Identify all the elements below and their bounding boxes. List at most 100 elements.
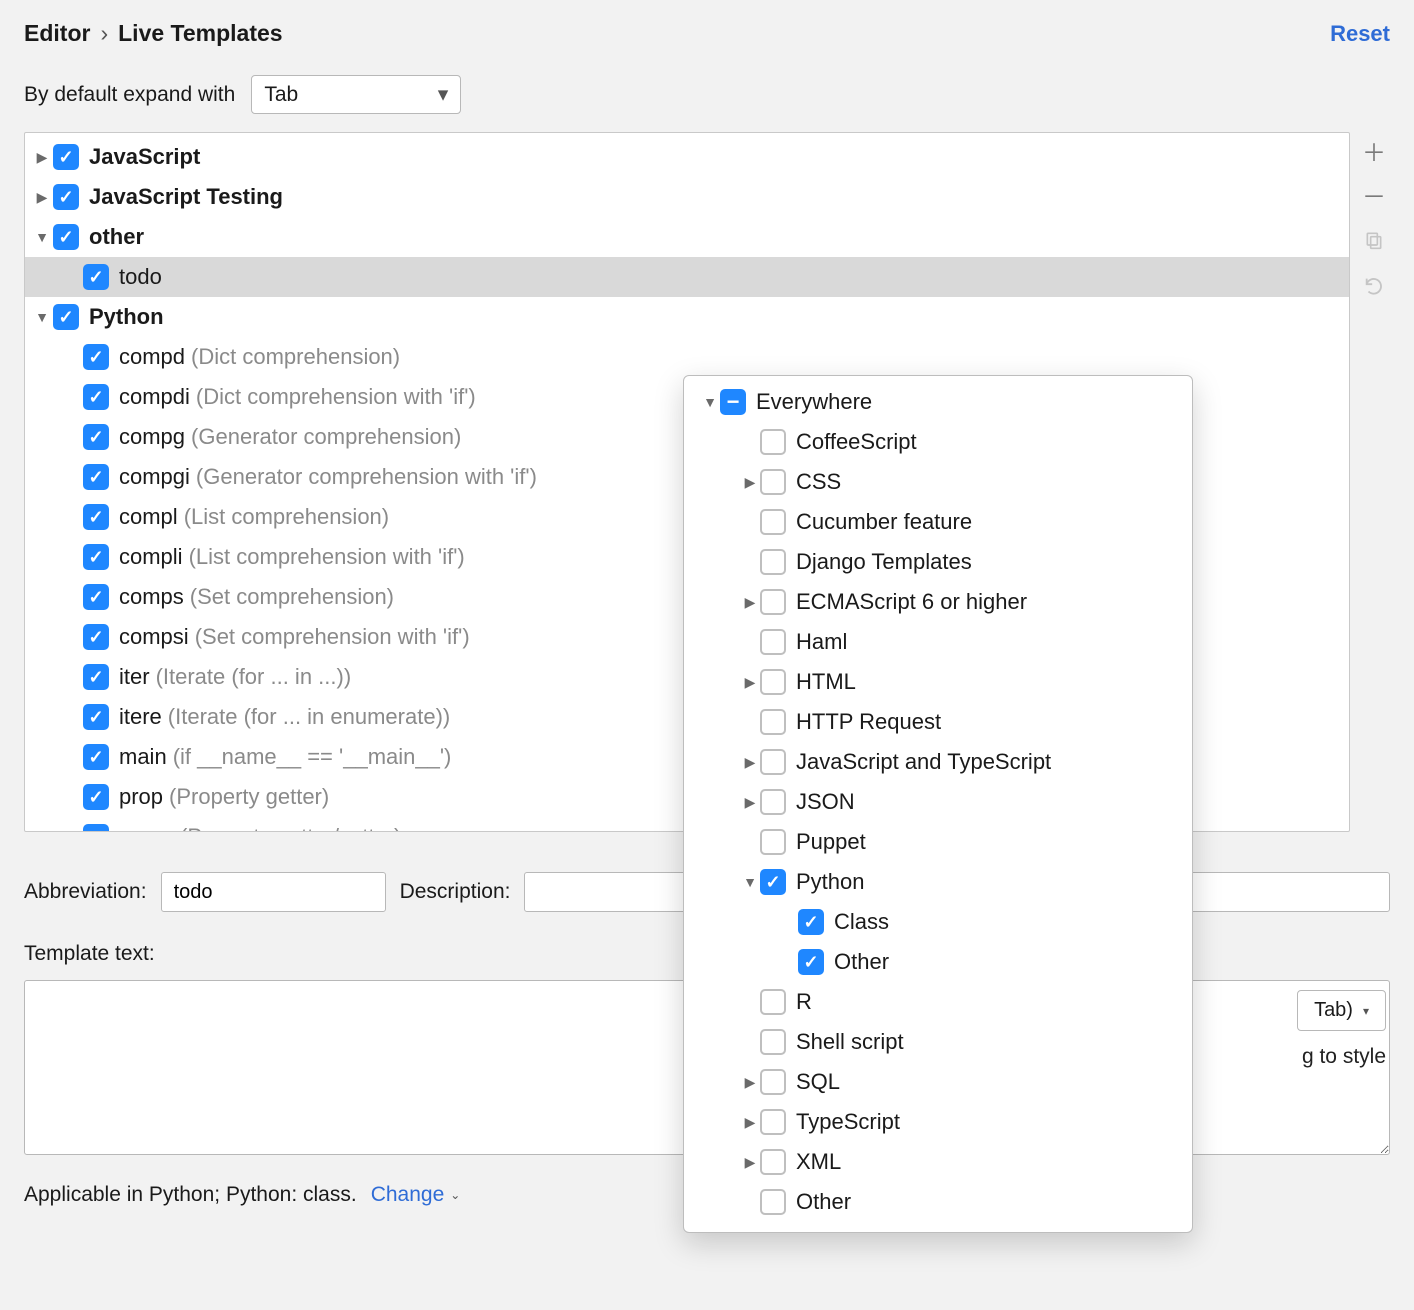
context-other[interactable]: ▶ Other bbox=[684, 1182, 1192, 1222]
context-cucumber[interactable]: ▶ Cucumber feature bbox=[684, 502, 1192, 542]
undo-icon bbox=[1363, 275, 1385, 297]
group-javascript[interactable]: ▶ JavaScript bbox=[25, 137, 1349, 177]
checkbox-typescript[interactable] bbox=[760, 1109, 786, 1135]
group-label: Python bbox=[89, 304, 164, 330]
checkbox-http[interactable] bbox=[760, 709, 786, 735]
checkbox-context-other[interactable] bbox=[760, 1189, 786, 1215]
checkbox-python-class[interactable] bbox=[798, 909, 824, 935]
group-other[interactable]: ▼ other bbox=[25, 217, 1349, 257]
checkbox-sql[interactable] bbox=[760, 1069, 786, 1095]
chevron-down-icon[interactable]: ▼ bbox=[31, 229, 53, 245]
template-desc: (Set comprehension with 'if') bbox=[195, 624, 470, 650]
duplicate-button[interactable] bbox=[1364, 230, 1384, 255]
checkbox-css[interactable] bbox=[760, 469, 786, 495]
template-abbr: compgi bbox=[119, 464, 190, 490]
context-popup[interactable]: ▼ Everywhere ▶ CoffeeScript ▶ CSS ▶ Cucu… bbox=[683, 375, 1193, 1233]
checkbox-es6[interactable] bbox=[760, 589, 786, 615]
checkbox-itere[interactable] bbox=[83, 704, 109, 730]
breadcrumb-editor[interactable]: Editor bbox=[24, 20, 90, 47]
chevron-right-icon[interactable]: ▶ bbox=[31, 149, 53, 166]
context-shell[interactable]: ▶ Shell script bbox=[684, 1022, 1192, 1062]
checkbox-coffeescript[interactable] bbox=[760, 429, 786, 455]
chevron-right-icon[interactable]: ▶ bbox=[740, 754, 760, 771]
checkbox-compsi[interactable] bbox=[83, 624, 109, 650]
checkbox-props[interactable] bbox=[83, 824, 109, 832]
chevron-down-icon[interactable]: ▼ bbox=[700, 394, 720, 410]
checkbox-everywhere[interactable] bbox=[720, 389, 746, 415]
chevron-right-icon[interactable]: ▶ bbox=[740, 794, 760, 811]
change-context-link[interactable]: Change ⌄ bbox=[371, 1183, 461, 1207]
checkbox-cucumber[interactable] bbox=[760, 509, 786, 535]
chevron-right-icon[interactable]: ▶ bbox=[31, 189, 53, 206]
context-js-ts[interactable]: ▶ JavaScript and TypeScript bbox=[684, 742, 1192, 782]
checkbox-compli[interactable] bbox=[83, 544, 109, 570]
checkbox-prop[interactable] bbox=[83, 784, 109, 810]
group-python[interactable]: ▼ Python bbox=[25, 297, 1349, 337]
template-compd[interactable]: ▶compd(Dict comprehension) bbox=[25, 337, 1349, 377]
context-es6[interactable]: ▶ ECMAScript 6 or higher bbox=[684, 582, 1192, 622]
chevron-right-icon[interactable]: ▶ bbox=[740, 674, 760, 691]
context-python-other[interactable]: ▶ Other bbox=[684, 942, 1192, 982]
template-desc: (Dict comprehension with 'if') bbox=[196, 384, 476, 410]
chevron-right-icon[interactable]: ▶ bbox=[740, 1114, 760, 1131]
chevron-right-icon[interactable]: ▶ bbox=[740, 474, 760, 491]
checkbox-json[interactable] bbox=[760, 789, 786, 815]
context-label: Everywhere bbox=[756, 389, 872, 415]
checkbox-other[interactable] bbox=[53, 224, 79, 250]
expand-with-override[interactable]: Tab) ▾ bbox=[1297, 990, 1386, 1031]
context-haml[interactable]: ▶ Haml bbox=[684, 622, 1192, 662]
chevron-down-icon[interactable]: ▼ bbox=[31, 309, 53, 325]
chevron-right-icon[interactable]: ▶ bbox=[740, 1074, 760, 1091]
context-sql[interactable]: ▶ SQL bbox=[684, 1062, 1192, 1102]
checkbox-compl[interactable] bbox=[83, 504, 109, 530]
checkbox-main[interactable] bbox=[83, 744, 109, 770]
checkbox-r[interactable] bbox=[760, 989, 786, 1015]
checkbox-html[interactable] bbox=[760, 669, 786, 695]
context-everywhere[interactable]: ▼ Everywhere bbox=[684, 382, 1192, 422]
chevron-right-icon[interactable]: ▶ bbox=[740, 594, 760, 611]
checkbox-compgi[interactable] bbox=[83, 464, 109, 490]
context-html[interactable]: ▶ HTML bbox=[684, 662, 1192, 702]
checkbox-puppet[interactable] bbox=[760, 829, 786, 855]
context-json[interactable]: ▶ JSON bbox=[684, 782, 1192, 822]
context-python[interactable]: ▼ Python bbox=[684, 862, 1192, 902]
checkbox-context-python[interactable] bbox=[760, 869, 786, 895]
checkbox-shell[interactable] bbox=[760, 1029, 786, 1055]
checkbox-javascript-testing[interactable] bbox=[53, 184, 79, 210]
context-xml[interactable]: ▶ XML bbox=[684, 1142, 1192, 1182]
context-coffeescript[interactable]: ▶ CoffeeScript bbox=[684, 422, 1192, 462]
checkbox-compdi[interactable] bbox=[83, 384, 109, 410]
checkbox-xml[interactable] bbox=[760, 1149, 786, 1175]
checkbox-haml[interactable] bbox=[760, 629, 786, 655]
checkbox-python-other[interactable] bbox=[798, 949, 824, 975]
context-django[interactable]: ▶ Django Templates bbox=[684, 542, 1192, 582]
remove-button[interactable]: － bbox=[1362, 186, 1386, 210]
template-desc: (List comprehension with 'if') bbox=[189, 544, 465, 570]
group-javascript-testing[interactable]: ▶ JavaScript Testing bbox=[25, 177, 1349, 217]
context-http[interactable]: ▶ HTTP Request bbox=[684, 702, 1192, 742]
template-abbr: prop bbox=[119, 784, 163, 810]
chevron-down-icon[interactable]: ▼ bbox=[740, 874, 760, 890]
reset-link[interactable]: Reset bbox=[1330, 21, 1390, 47]
add-button[interactable]: ＋ bbox=[1362, 142, 1386, 166]
checkbox-compd[interactable] bbox=[83, 344, 109, 370]
context-python-class[interactable]: ▶ Class bbox=[684, 902, 1192, 942]
checkbox-comps[interactable] bbox=[83, 584, 109, 610]
restore-button[interactable] bbox=[1363, 275, 1385, 302]
context-css[interactable]: ▶ CSS bbox=[684, 462, 1192, 502]
template-todo[interactable]: ▶ todo bbox=[25, 257, 1349, 297]
context-r[interactable]: ▶ R bbox=[684, 982, 1192, 1022]
checkbox-django[interactable] bbox=[760, 549, 786, 575]
checkbox-javascript[interactable] bbox=[53, 144, 79, 170]
expand-with-value: Tab bbox=[264, 83, 298, 107]
checkbox-todo[interactable] bbox=[83, 264, 109, 290]
context-puppet[interactable]: ▶ Puppet bbox=[684, 822, 1192, 862]
context-typescript[interactable]: ▶ TypeScript bbox=[684, 1102, 1192, 1142]
chevron-right-icon[interactable]: ▶ bbox=[740, 1154, 760, 1171]
expand-with-select[interactable]: Tab ▾ bbox=[251, 75, 461, 114]
checkbox-js-ts[interactable] bbox=[760, 749, 786, 775]
checkbox-compg[interactable] bbox=[83, 424, 109, 450]
checkbox-iter[interactable] bbox=[83, 664, 109, 690]
checkbox-python[interactable] bbox=[53, 304, 79, 330]
abbreviation-input[interactable] bbox=[161, 872, 386, 912]
